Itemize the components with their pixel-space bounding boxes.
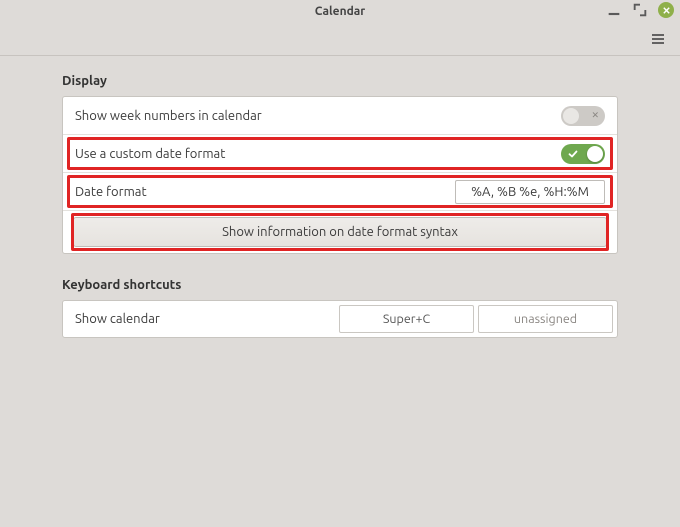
toggle-knob [587, 146, 603, 162]
date-format-syntax-button[interactable]: Show information on date format syntax [73, 217, 607, 247]
titlebar: Calendar [0, 0, 680, 22]
row-show-week-numbers: Show week numbers in calendar ✕ [63, 97, 617, 135]
show-week-toggle[interactable]: ✕ [561, 106, 605, 126]
date-format-label: Date format [75, 185, 455, 199]
section-title-display: Display [62, 74, 618, 88]
display-panel: Show week numbers in calendar ✕ Use a cu… [62, 96, 618, 254]
minimize-button[interactable] [606, 2, 622, 18]
close-button[interactable] [658, 2, 674, 18]
row-date-format: Date format [63, 173, 617, 211]
shortcut-row-show-calendar: Show calendar Super+C unassigned [63, 301, 617, 337]
shortcut-label: Show calendar [63, 312, 339, 326]
window-controls [606, 2, 674, 18]
content-area: Display Show week numbers in calendar ✕ … [0, 56, 680, 527]
custom-format-label: Use a custom date format [75, 147, 561, 161]
custom-format-toggle[interactable] [561, 144, 605, 164]
date-format-input[interactable] [455, 180, 605, 204]
shortcut-accel-1[interactable]: Super+C [339, 305, 474, 333]
section-title-shortcuts: Keyboard shortcuts [62, 278, 618, 292]
shortcut-accel-2[interactable]: unassigned [478, 305, 613, 333]
toggle-knob [563, 108, 579, 124]
row-custom-date-format: Use a custom date format [63, 135, 617, 173]
header-toolbar [0, 22, 680, 56]
menu-button[interactable] [648, 29, 668, 49]
row-syntax-help: Show information on date format syntax [63, 211, 617, 253]
shortcuts-panel: Show calendar Super+C unassigned [62, 300, 618, 338]
show-week-label: Show week numbers in calendar [75, 109, 561, 123]
window-title: Calendar [0, 5, 680, 18]
shortcuts-section: Keyboard shortcuts Show calendar Super+C… [62, 278, 618, 338]
toggle-off-icon: ✕ [591, 110, 599, 121]
maximize-button[interactable] [632, 2, 648, 18]
toggle-on-icon [568, 149, 578, 159]
